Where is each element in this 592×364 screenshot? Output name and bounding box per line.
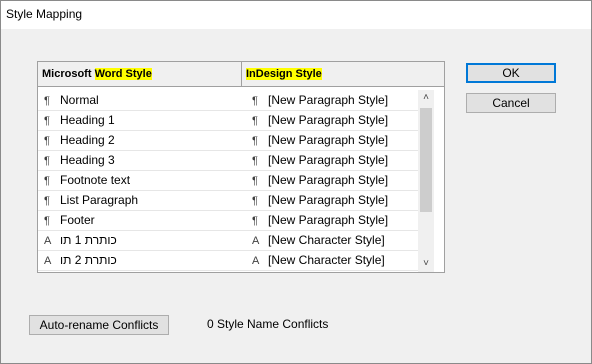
word-style-name: Normal	[60, 93, 99, 107]
character-style-icon: A	[44, 235, 52, 247]
indesign-style-dropdown[interactable]: ¶ [New Paragraph Style]	[252, 170, 422, 190]
word-style-name: Heading 1	[60, 113, 115, 127]
indesign-style-dropdown[interactable]: ¶ [New Paragraph Style]	[252, 110, 422, 130]
indesign-style-name: [New Character Style]	[268, 233, 385, 247]
style-mapping-table: Microsoft Word Style InDesign Style ¶ Nor…	[37, 61, 445, 273]
table-row[interactable]: ¶ Heading 2 ¶ [New Paragraph Style]	[38, 130, 418, 151]
pilcrow-icon: ¶	[44, 115, 50, 127]
title-bar: Style Mapping	[1, 1, 591, 29]
indesign-style-dropdown[interactable]: ¶ [New Paragraph Style]	[252, 130, 422, 150]
table-row[interactable]: A כותרת 1 תו A [New Character Style]	[38, 230, 418, 251]
table-row[interactable]: A כותרת 2 תו A [New Character Style]	[38, 250, 418, 271]
word-style-name: List Paragraph	[60, 193, 139, 207]
pilcrow-icon: ¶	[44, 155, 50, 167]
word-style-name: Heading 3	[60, 153, 115, 167]
indesign-style-dropdown[interactable]: A [New Character Style]	[252, 250, 422, 270]
indesign-style-dropdown[interactable]: ¶ [New Paragraph Style]	[252, 150, 422, 170]
ok-button[interactable]: OK	[466, 63, 556, 83]
pilcrow-icon: ¶	[252, 215, 258, 227]
indesign-style-name: [New Paragraph Style]	[268, 193, 389, 207]
indesign-style-dropdown[interactable]: ¶ [New Paragraph Style]	[252, 190, 422, 210]
character-style-icon: A	[252, 255, 260, 267]
indesign-style-name: [New Paragraph Style]	[268, 153, 389, 167]
pilcrow-icon: ¶	[252, 195, 258, 207]
table-row[interactable]: ¶ Footer ¶ [New Paragraph Style]	[38, 210, 418, 231]
scrollbar-thumb[interactable]	[420, 108, 432, 212]
pilcrow-icon: ¶	[44, 95, 50, 107]
indesign-style-dropdown[interactable]: ¶ [New Paragraph Style]	[252, 90, 422, 110]
indesign-style-name: [New Paragraph Style]	[268, 213, 389, 227]
character-style-icon: A	[44, 255, 52, 267]
word-style-name: כותרת 1 תו	[60, 233, 117, 247]
auto-rename-conflicts-button[interactable]: Auto-rename Conflicts	[29, 315, 169, 335]
pilcrow-icon: ¶	[252, 135, 258, 147]
indesign-style-name: [New Paragraph Style]	[268, 93, 389, 107]
pilcrow-icon: ¶	[44, 135, 50, 147]
table-row[interactable]: ¶ List Paragraph ¶ [New Paragraph Style]	[38, 190, 418, 211]
character-style-icon: A	[252, 235, 260, 247]
indesign-style-name: [New Paragraph Style]	[268, 173, 389, 187]
dialog-title: Style Mapping	[6, 7, 83, 21]
indesign-style-name: [New Paragraph Style]	[268, 113, 389, 127]
pilcrow-icon: ¶	[44, 215, 50, 227]
indesign-style-dropdown[interactable]: ¶ [New Paragraph Style]	[252, 210, 422, 230]
pilcrow-icon: ¶	[44, 175, 50, 187]
indesign-style-name: [New Paragraph Style]	[268, 133, 389, 147]
word-style-name: Heading 2	[60, 133, 115, 147]
pilcrow-icon: ¶	[252, 95, 258, 107]
word-style-name: כותרת 2 תו	[60, 253, 117, 267]
cancel-button[interactable]: Cancel	[466, 93, 556, 113]
word-style-name: Footer	[60, 213, 95, 227]
pilcrow-icon: ¶	[252, 175, 258, 187]
style-mapping-dialog: Style Mapping Microsoft Word Style InDes…	[0, 0, 592, 364]
column-header-word-style[interactable]: Microsoft Word Style	[38, 62, 242, 86]
indesign-style-name: [New Character Style]	[268, 253, 385, 267]
indesign-style-header: InDesign Style	[246, 68, 322, 80]
pilcrow-icon: ¶	[252, 155, 258, 167]
table-row[interactable]: ¶ Footnote text ¶ [New Paragraph Style]	[38, 170, 418, 191]
chevron-down-icon[interactable]: ˅	[418, 256, 434, 272]
pilcrow-icon: ¶	[252, 115, 258, 127]
table-row[interactable]: ¶ Normal ¶ [New Paragraph Style]	[38, 90, 418, 111]
style-name-conflicts-status: 0 Style Name Conflicts	[207, 317, 329, 331]
pilcrow-icon: ¶	[44, 195, 50, 207]
indesign-style-dropdown[interactable]: A [New Character Style]	[252, 230, 422, 250]
table-row[interactable]: ¶ Heading 1 ¶ [New Paragraph Style]	[38, 110, 418, 131]
chevron-up-icon[interactable]: ˄	[418, 90, 434, 106]
column-header-indesign-style[interactable]: InDesign Style	[242, 62, 446, 86]
word-style-name: Footnote text	[60, 173, 131, 187]
word-style-header-prefix: Microsoft	[42, 68, 95, 80]
word-style-header-highlight: Word Style	[94, 68, 152, 80]
table-row[interactable]: ¶ Heading 3 ¶ [New Paragraph Style]	[38, 150, 418, 171]
table-header: Microsoft Word Style InDesign Style	[38, 62, 444, 87]
vertical-scrollbar[interactable]: ˄ ˅	[418, 90, 434, 272]
table-rows: ¶ Normal ¶ [New Paragraph Style] ¶ Heading …	[38, 90, 418, 271]
